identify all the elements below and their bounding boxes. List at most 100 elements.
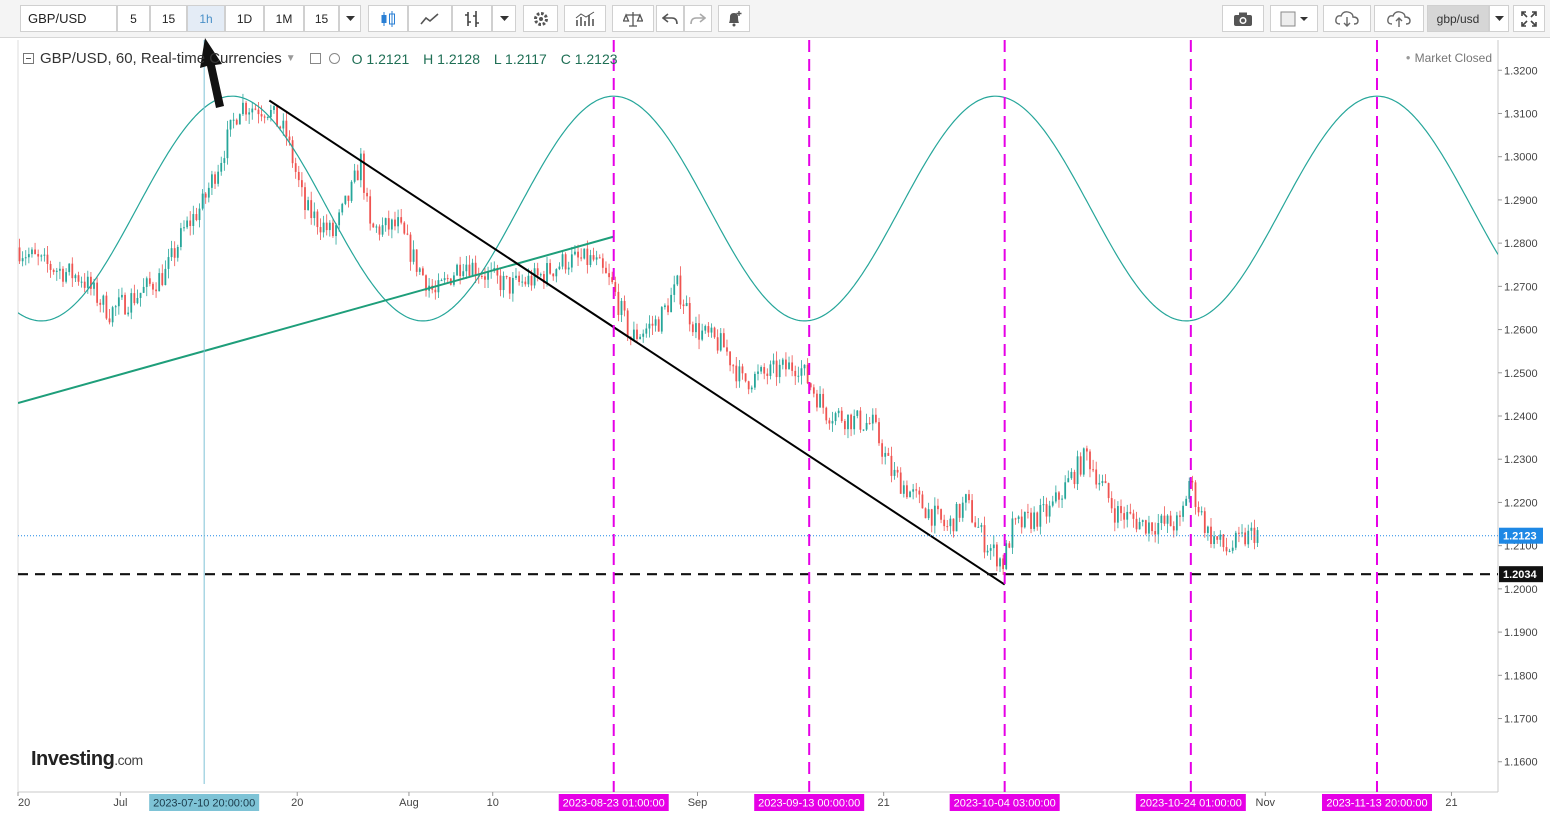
interval-1m-button[interactable]: 1M	[264, 5, 304, 32]
candle-body	[564, 254, 567, 270]
candle-body	[43, 254, 46, 256]
candle-body	[992, 544, 995, 549]
candles-style-button[interactable]	[368, 5, 408, 32]
candle-body	[890, 455, 893, 476]
candle-body	[276, 106, 278, 127]
price-axis[interactable]: 1.16001.17001.18001.19001.20001.21001.22…	[1498, 65, 1538, 769]
chevron-down-icon[interactable]: ▼	[286, 53, 296, 64]
candle-body	[1030, 512, 1032, 529]
candle-body	[176, 246, 179, 258]
indicators-button[interactable]	[564, 5, 606, 32]
candle-body	[1051, 501, 1054, 506]
candle-body	[906, 485, 908, 498]
candle-body	[204, 193, 207, 198]
symbol-field[interactable]: GBP/USD	[20, 5, 117, 32]
candle-body	[21, 258, 24, 262]
price-chart[interactable]: 1.16001.17001.18001.19001.20001.21001.22…	[0, 38, 1550, 813]
candle-body	[282, 120, 285, 129]
bars-icon	[465, 10, 479, 27]
interval-15m-button[interactable]: 15	[150, 5, 187, 32]
interval-1d-button[interactable]: 1D	[225, 5, 264, 32]
candle-body	[1138, 521, 1141, 530]
price-tick-label: 1.2200	[1504, 497, 1538, 509]
settings-button[interactable]	[523, 5, 558, 32]
candle-body	[105, 295, 108, 319]
alert-bell-icon	[729, 10, 742, 26]
candle-body	[459, 264, 462, 277]
chevron-down-icon	[499, 15, 509, 21]
candle-body	[788, 362, 790, 370]
candle-body	[856, 410, 859, 416]
candle-body	[744, 373, 747, 382]
visibility-mini-icon[interactable]	[328, 53, 340, 64]
candle-body	[1039, 505, 1042, 527]
low-value: L 1.2117	[493, 50, 547, 67]
interval-dropdown-button[interactable]	[339, 5, 361, 32]
redo-button[interactable]	[684, 5, 712, 32]
candle-body	[617, 291, 620, 315]
candle-body	[1104, 481, 1107, 484]
save-chart-button[interactable]	[1374, 5, 1424, 32]
candle-body	[257, 109, 260, 115]
scale-icon	[623, 11, 643, 27]
candle-body	[1200, 511, 1203, 513]
candle-body	[1244, 532, 1247, 545]
candle-body	[474, 262, 477, 276]
add-alert-button[interactable]	[718, 5, 750, 32]
collapse-icon[interactable]	[23, 53, 34, 64]
bars-style-button[interactable]	[452, 5, 492, 32]
candle-body	[248, 112, 251, 115]
candle-body	[313, 211, 316, 219]
candle-body	[781, 359, 784, 365]
candle-body	[443, 278, 446, 281]
load-chart-button[interactable]	[1323, 5, 1371, 32]
cloud-download-icon	[1335, 10, 1359, 27]
candle-body	[952, 518, 955, 532]
interval-1h-button[interactable]: 1h	[187, 5, 225, 32]
candle-body	[536, 268, 539, 276]
compare-button[interactable]	[612, 5, 654, 32]
candle-body	[167, 257, 170, 269]
interval-15-button[interactable]: 15	[304, 5, 339, 32]
interval-5m-button[interactable]: 5	[117, 5, 150, 32]
undo-button[interactable]	[656, 5, 684, 32]
candle-body	[825, 407, 828, 421]
candle-body	[195, 214, 198, 221]
candle-body	[1216, 536, 1219, 540]
candle-body	[434, 289, 437, 293]
candle-body	[344, 195, 347, 204]
candle-body	[325, 222, 328, 231]
style-dropdown-button[interactable]	[492, 5, 516, 32]
saved-chart-name-field[interactable]: gbp/usd	[1427, 5, 1489, 32]
candle-body	[716, 337, 719, 351]
candle-body	[701, 330, 704, 340]
candle-body	[974, 522, 977, 527]
candle-body	[1008, 543, 1011, 548]
candle-body	[1027, 511, 1029, 513]
saved-charts-dropdown-button[interactable]	[1489, 5, 1509, 32]
candle-body	[1179, 515, 1181, 517]
candle-body	[515, 275, 517, 278]
candle-body	[794, 370, 797, 377]
candle-body	[933, 505, 936, 526]
candle-body	[750, 387, 753, 390]
layout-button[interactable]	[1270, 5, 1318, 32]
snapshot-button[interactable]	[1222, 5, 1264, 32]
candle-body	[657, 319, 660, 332]
candle-body	[263, 116, 266, 118]
fullscreen-button[interactable]	[1513, 5, 1545, 32]
settings-mini-icon[interactable]	[309, 53, 321, 64]
candle-body	[1048, 505, 1051, 517]
candle-body	[539, 274, 542, 276]
candle-body	[1042, 504, 1045, 506]
candle-body	[99, 302, 102, 305]
candle-body	[418, 268, 421, 272]
candle-body	[791, 362, 794, 371]
candle-body	[636, 329, 638, 339]
time-tick-label: 20	[291, 797, 303, 809]
candle-body	[822, 393, 825, 408]
candle-body	[310, 200, 313, 219]
line-style-button[interactable]	[408, 5, 452, 32]
undo-icon	[662, 12, 678, 24]
investing-logo: Investing.com	[31, 748, 143, 771]
